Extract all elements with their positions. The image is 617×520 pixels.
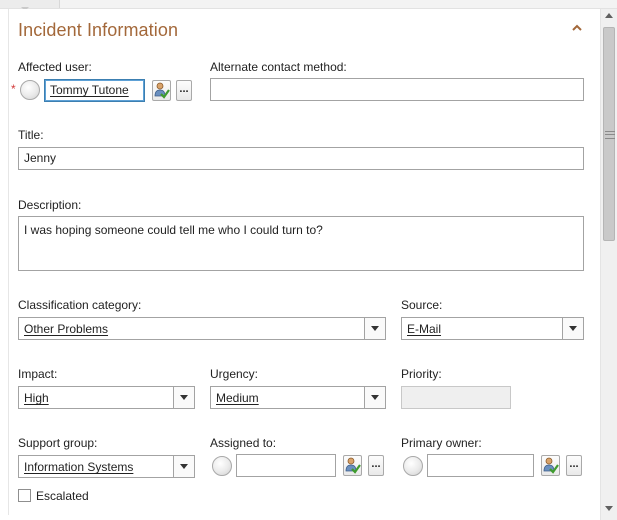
alternate-contact-input[interactable] [210, 78, 584, 101]
dropdown-arrow-icon[interactable] [562, 318, 583, 339]
title-input[interactable]: Jenny [18, 147, 584, 170]
assigned-to-input[interactable] [236, 454, 336, 477]
dropdown-arrow-icon[interactable] [173, 387, 194, 408]
support-group-value: Information Systems [24, 460, 134, 474]
classification-label: Classification category: [18, 298, 142, 312]
user-check-icon [345, 457, 361, 474]
top-tab[interactable] [0, 0, 60, 8]
support-group-select[interactable]: Information Systems [18, 455, 195, 478]
source-label: Source: [401, 298, 443, 312]
affected-user-picker-button[interactable] [152, 80, 171, 101]
alternate-contact-label: Alternate contact method: [210, 60, 347, 74]
user-check-icon [543, 457, 559, 474]
affected-user-browse-button[interactable]: ... [176, 80, 192, 101]
description-label: Description: [18, 198, 82, 212]
dropdown-arrow-icon[interactable] [364, 387, 385, 408]
primary-owner-label: Primary owner: [401, 436, 482, 450]
source-select[interactable]: E-Mail [401, 317, 584, 340]
escalated-checkbox[interactable] [18, 489, 31, 502]
status-radio-icon [403, 456, 423, 476]
primary-owner-input[interactable] [427, 454, 534, 477]
top-strip [0, 0, 617, 11]
scroll-down-icon[interactable] [605, 506, 613, 511]
assigned-to-label: Assigned to: [210, 436, 277, 450]
urgency-label: Urgency: [210, 367, 259, 381]
affected-user-label: Affected user: [18, 60, 92, 74]
impact-value: High [24, 391, 49, 405]
grip-icon [605, 131, 615, 139]
source-value: E-Mail [407, 322, 442, 336]
status-radio-icon [212, 456, 232, 476]
status-radio-icon [20, 80, 40, 100]
impact-select[interactable]: High [18, 386, 195, 409]
affected-user-input[interactable]: Tommy Tutone [44, 79, 145, 102]
priority-label: Priority: [401, 367, 442, 381]
affected-user-value: Tommy Tutone [50, 83, 129, 97]
urgency-select[interactable]: Medium [210, 386, 386, 409]
primary-owner-picker-button[interactable] [541, 455, 560, 476]
urgency-value: Medium [216, 391, 259, 405]
section-title: Incident Information [18, 20, 179, 40]
user-check-icon [154, 82, 170, 99]
scroll-up-icon[interactable] [605, 13, 613, 18]
required-marker: * [11, 82, 16, 96]
support-group-label: Support group: [18, 436, 98, 450]
scroll-thumb[interactable] [603, 27, 615, 241]
dropdown-arrow-icon[interactable] [364, 318, 385, 339]
priority-input [401, 386, 511, 409]
chevron-up-icon[interactable] [570, 21, 584, 35]
assigned-to-browse-button[interactable]: ... [368, 455, 384, 476]
assigned-to-picker-button[interactable] [343, 455, 362, 476]
title-label: Title: [18, 128, 44, 142]
vertical-scrollbar[interactable] [600, 9, 617, 520]
dropdown-arrow-icon[interactable] [173, 456, 194, 477]
classification-select[interactable]: Other Problems [18, 317, 386, 340]
escalated-label: Escalated [36, 489, 89, 503]
description-textarea[interactable]: I was hoping someone could tell me who I… [18, 216, 584, 271]
impact-label: Impact: [18, 367, 58, 381]
primary-owner-browse-button[interactable]: ... [566, 455, 582, 476]
classification-value: Other Problems [24, 322, 109, 336]
